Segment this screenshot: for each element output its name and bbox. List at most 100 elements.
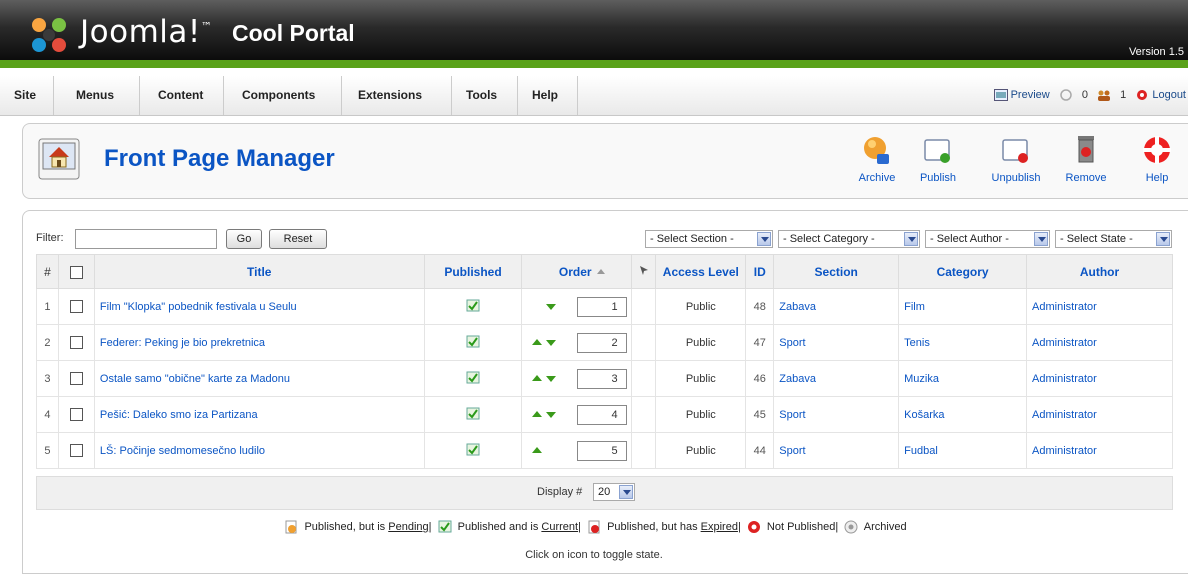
row-title-cell[interactable]: Pešić: Daleko smo iza Partizana [93,396,425,433]
menu-components[interactable]: Components [224,76,342,115]
row-author-cell[interactable]: Administrator [1026,360,1173,397]
order-input[interactable]: 3 [576,368,627,389]
row-published-cell[interactable] [423,288,523,325]
move-down-icon[interactable] [545,304,556,315]
col-title[interactable]: Title [93,254,425,289]
row-published-cell[interactable] [423,396,523,433]
row-section-cell[interactable]: Zabava [773,288,900,325]
col-access[interactable]: Access Level [655,254,747,289]
remove-button[interactable]: Remove [1061,134,1111,184]
move-up-icon[interactable] [532,406,543,418]
row-published-cell[interactable] [423,324,523,361]
section-link[interactable]: Zabava [779,301,816,313]
row-category-cell[interactable]: Tenis [898,324,1028,361]
row-category-cell[interactable]: Film [898,288,1028,325]
row-select-cell[interactable] [57,288,95,325]
row-author-cell[interactable]: Administrator [1026,432,1173,469]
menu-menus[interactable]: Menus [54,76,140,115]
logout-link[interactable]: Logout [1135,89,1186,101]
preview-link[interactable]: Preview [993,89,1050,102]
move-down-icon[interactable] [545,376,556,387]
row-access-cell[interactable]: Public [655,324,747,361]
row-title-cell[interactable]: Federer: Peking je bio prekretnica [93,324,425,361]
menu-tools[interactable]: Tools [452,76,518,115]
reset-button[interactable]: Reset [269,229,327,249]
section-link[interactable]: Sport [779,409,805,421]
checkall-checkbox[interactable] [69,265,83,279]
col-order[interactable]: Order [521,254,633,289]
published-check-icon[interactable] [466,371,480,384]
menu-site[interactable]: Site [0,76,54,115]
unpublish-button[interactable]: Unpublish [981,134,1051,184]
row-category-cell[interactable]: Muzika [898,360,1028,397]
row-published-cell[interactable] [423,360,523,397]
author-link[interactable]: Administrator [1032,445,1097,457]
author-link[interactable]: Administrator [1032,373,1097,385]
row-section-cell[interactable]: Sport [773,432,900,469]
archive-button[interactable]: Archive [849,134,905,184]
section-select[interactable]: - Select Section - [645,230,773,248]
help-button[interactable]: Help [1135,134,1179,184]
row-checkbox[interactable] [69,300,83,313]
users-count[interactable]: 1 [1097,89,1126,102]
menu-help[interactable]: Help [518,76,578,115]
order-input[interactable]: 2 [576,332,627,353]
category-link[interactable]: Fudbal [904,445,938,457]
col-category[interactable]: Category [898,254,1028,289]
category-link[interactable]: Film [904,301,925,313]
order-input[interactable]: 5 [576,440,627,461]
published-check-icon[interactable] [466,443,480,456]
row-select-cell[interactable] [57,432,95,469]
col-save-order[interactable] [631,254,657,289]
move-down-icon[interactable] [545,340,556,351]
author-link[interactable]: Administrator [1032,301,1097,313]
article-title-link[interactable]: Ostale samo "obične" karte za Madonu [100,373,290,385]
article-title-link[interactable]: Pešić: Daleko smo iza Partizana [100,409,258,421]
published-check-icon[interactable] [466,335,480,348]
row-access-cell[interactable]: Public [655,360,747,397]
move-up-icon[interactable] [532,334,543,346]
row-section-cell[interactable]: Sport [773,324,900,361]
row-title-cell[interactable]: Film "Klopka" pobednik festivala u Seulu [93,288,425,325]
row-section-cell[interactable]: Sport [773,396,900,433]
row-checkbox[interactable] [69,372,83,385]
state-select[interactable]: - Select State - [1055,230,1172,248]
move-up-icon[interactable] [532,442,543,454]
row-select-cell[interactable] [57,396,95,433]
row-select-cell[interactable] [57,324,95,361]
row-category-cell[interactable]: Fudbal [898,432,1028,469]
col-id[interactable]: ID [745,254,775,289]
article-title-link[interactable]: Federer: Peking je bio prekretnica [100,337,265,349]
menu-extensions[interactable]: Extensions [342,76,452,115]
row-checkbox[interactable] [69,444,83,457]
row-author-cell[interactable]: Administrator [1026,324,1173,361]
author-link[interactable]: Administrator [1032,409,1097,421]
author-link[interactable]: Administrator [1032,337,1097,349]
messages-count[interactable]: 0 [1059,89,1088,101]
filter-input[interactable] [75,229,217,249]
section-link[interactable]: Zabava [779,373,816,385]
category-select[interactable]: - Select Category - [778,230,920,248]
row-access-cell[interactable]: Public [655,288,747,325]
go-button[interactable]: Go [226,229,262,249]
row-category-cell[interactable]: Košarka [898,396,1028,433]
category-link[interactable]: Muzika [904,373,939,385]
article-title-link[interactable]: LŠ: Počinje sedmomesečno ludilo [100,445,265,457]
row-access-cell[interactable]: Public [655,432,747,469]
order-input[interactable]: 4 [576,404,627,425]
row-title-cell[interactable]: LŠ: Počinje sedmomesečno ludilo [93,432,425,469]
col-checkall[interactable] [57,254,95,289]
move-up-icon[interactable] [532,370,543,382]
section-link[interactable]: Sport [779,445,805,457]
section-link[interactable]: Sport [779,337,805,349]
row-checkbox[interactable] [69,408,83,421]
row-section-cell[interactable]: Zabava [773,360,900,397]
move-down-icon[interactable] [545,412,556,423]
publish-button[interactable]: Publish [916,134,960,184]
category-link[interactable]: Tenis [904,337,930,349]
row-checkbox[interactable] [69,336,83,349]
order-input[interactable]: 1 [576,296,627,317]
row-select-cell[interactable] [57,360,95,397]
col-section[interactable]: Section [773,254,900,289]
author-select[interactable]: - Select Author - [925,230,1050,248]
